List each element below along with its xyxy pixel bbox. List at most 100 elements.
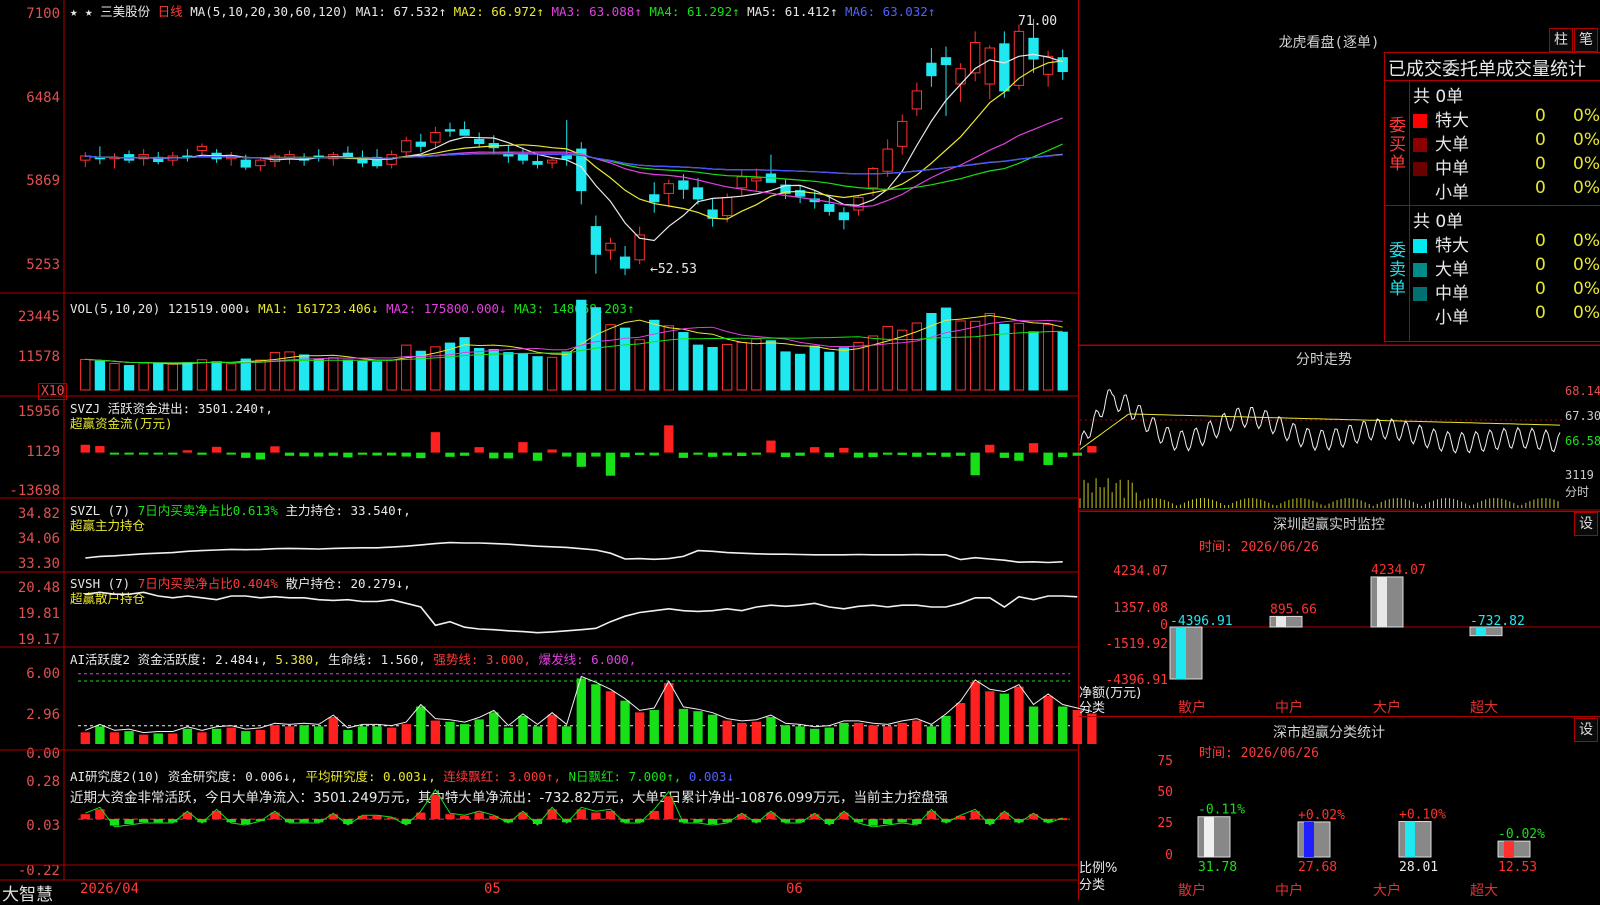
- candle-body: [838, 212, 850, 221]
- volume-bar: [955, 320, 966, 391]
- sell-row-name: 小单: [1435, 308, 1469, 328]
- buy-row: 特大 0 0%: [1413, 106, 1600, 131]
- activity-bar: [547, 714, 557, 744]
- volume-bar: [838, 347, 850, 391]
- intraday-axis-label: 68.14: [1565, 384, 1600, 398]
- sell-row-count: 0: [1535, 255, 1546, 275]
- fund-flow-bar: [897, 452, 907, 455]
- volume-bar: [517, 353, 529, 391]
- volume-bar: [109, 362, 120, 391]
- fund-flow-bar: [620, 452, 630, 458]
- fund-flow-bar: [328, 452, 338, 456]
- sell-row-count: 0: [1535, 303, 1546, 323]
- activity-bar: [751, 721, 762, 744]
- tick-mode-button[interactable]: 笔: [1574, 28, 1598, 52]
- fund-flow-bar: [576, 452, 586, 467]
- fund-flow-bar: [343, 452, 353, 458]
- fund-flow-bar: [255, 452, 266, 460]
- sell-row-count: 0: [1535, 231, 1546, 251]
- activity-bar: [941, 715, 951, 744]
- activity-bar: [168, 733, 178, 744]
- sell-side-label: 委卖单: [1389, 241, 1406, 299]
- sell-color-swatch: [1413, 287, 1427, 301]
- research-bar: [138, 819, 149, 823]
- candle-body: [532, 161, 543, 165]
- volume-bar: [984, 313, 995, 391]
- fund-flow-bar: [649, 452, 659, 456]
- class-tick-label: 50: [1157, 785, 1173, 800]
- activity-bar: [912, 720, 922, 744]
- activity-bar: [95, 726, 105, 744]
- activity-bar: [591, 684, 601, 744]
- activity-bar: [357, 726, 368, 744]
- activity-bar: [620, 700, 630, 744]
- ma-line: [85, 60, 1063, 220]
- activity-bar: [489, 712, 499, 744]
- research-bar: [591, 812, 601, 820]
- buy-row-name: 中单: [1435, 159, 1469, 179]
- activity-bar: [985, 691, 995, 744]
- class-settings-button[interactable]: 设: [1574, 718, 1598, 742]
- ma-line: [85, 143, 1063, 191]
- volume-bar: [765, 340, 777, 391]
- fund-flow-bar: [357, 452, 368, 455]
- candle-body: [605, 242, 616, 251]
- bar-mode-button[interactable]: 柱: [1549, 28, 1573, 52]
- volume-bar: [780, 351, 791, 391]
- intraday-unit-label: 分时: [1565, 485, 1590, 499]
- buy-row-pct: 0%: [1573, 154, 1600, 174]
- buy-row: 小单 0 0%: [1413, 178, 1600, 203]
- volume-bar: [182, 361, 193, 391]
- volume-bar: [1042, 323, 1054, 391]
- fund-flow-bar: [518, 442, 528, 453]
- order-stat-box: 已成交委托单成交量统计 委买单 共 0单 特大 0 0% 大单 0 0% 中单 0 0% 小单 0 0…: [1384, 52, 1600, 342]
- volume-bar: [401, 344, 412, 391]
- sell-row-pct: 0%: [1573, 255, 1600, 275]
- sell-row: 大单 0 0%: [1413, 255, 1600, 280]
- research-bar: [445, 814, 455, 820]
- intraday-title: 分时走势: [1296, 352, 1352, 368]
- activity-bar: [824, 727, 834, 744]
- fund-flow-bar: [299, 452, 309, 457]
- intraday-axis-label: 3119: [1565, 468, 1594, 482]
- candle-body: [824, 203, 835, 212]
- sell-row-name: 大单: [1435, 260, 1469, 280]
- volume-bar: [736, 341, 747, 391]
- monitor-xlabel: 分类: [1079, 701, 1106, 716]
- activity-bar: [1014, 686, 1024, 744]
- fund-flow-bar: [168, 452, 178, 455]
- intraday-axis-label: 67.30: [1565, 409, 1600, 423]
- activity-bar: [430, 720, 441, 744]
- fund-flow-bar: [766, 440, 776, 453]
- research-bar: [430, 794, 441, 820]
- buy-row-name: 小单: [1435, 183, 1469, 203]
- candle-body: [240, 159, 251, 168]
- volume-bar: [605, 324, 616, 391]
- sell-color-swatch: [1413, 239, 1427, 253]
- fund-flow-bar: [562, 452, 572, 457]
- class-xlabel: 分类: [1079, 878, 1106, 893]
- volume-bar: [649, 319, 660, 391]
- volume-bar: [634, 339, 645, 391]
- volume-bar: [138, 362, 149, 391]
- monitor-tick-label: 4234.07: [1113, 564, 1168, 579]
- volume-bar: [532, 356, 543, 391]
- monitor-category: 中户: [1275, 700, 1303, 716]
- fund-flow-bar: [109, 452, 120, 455]
- volume-bar: [1028, 331, 1039, 391]
- sell-row-name: 中单: [1435, 284, 1469, 304]
- fund-flow-bar: [824, 452, 834, 458]
- fund-flow-bar: [912, 452, 922, 457]
- activity-bar: [138, 734, 149, 744]
- volume-bar: [371, 361, 383, 391]
- volume-bar: [707, 347, 718, 391]
- sell-row-pct: 0%: [1573, 279, 1600, 299]
- activity-bar: [605, 691, 616, 744]
- candle-body: [269, 155, 281, 163]
- volume-bar: [882, 325, 893, 391]
- monitor-settings-button[interactable]: 设: [1574, 512, 1598, 536]
- activity-bar: [270, 725, 280, 744]
- class-tick-label: 0: [1165, 848, 1173, 863]
- fund-flow-bar: [474, 447, 484, 453]
- activity-bar: [518, 715, 528, 744]
